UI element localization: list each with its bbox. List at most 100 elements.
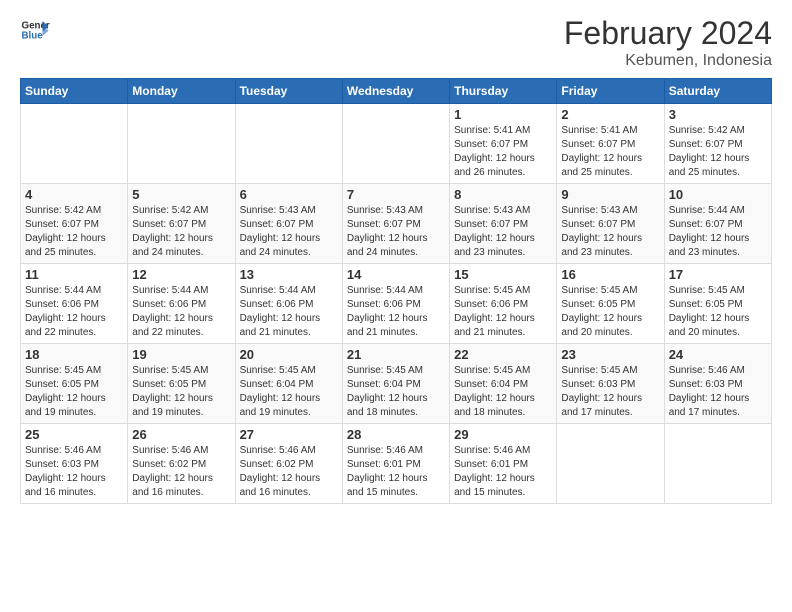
day-number: 22 <box>454 347 552 362</box>
day-number: 16 <box>561 267 659 282</box>
table-row <box>128 104 235 184</box>
day-number: 26 <box>132 427 230 442</box>
day-info: Sunrise: 5:44 AMSunset: 6:06 PMDaylight:… <box>240 284 338 340</box>
day-number: 15 <box>454 267 552 282</box>
day-number: 1 <box>454 107 552 122</box>
table-row: 16 Sunrise: 5:45 AMSunset: 6:05 PMDayligh… <box>557 264 664 344</box>
table-row: 26 Sunrise: 5:46 AMSunset: 6:02 PMDayligh… <box>128 424 235 504</box>
month-title: February 2024 <box>564 15 772 52</box>
table-row: 27 Sunrise: 5:46 AMSunset: 6:02 PMDayligh… <box>235 424 342 504</box>
day-info: Sunrise: 5:44 AMSunset: 6:06 PMDaylight:… <box>132 284 230 340</box>
day-number: 14 <box>347 267 445 282</box>
day-info: Sunrise: 5:45 AMSunset: 6:06 PMDaylight:… <box>454 284 552 340</box>
day-info: Sunrise: 5:46 AMSunset: 6:01 PMDaylight:… <box>347 444 445 500</box>
table-row: 15 Sunrise: 5:45 AMSunset: 6:06 PMDayligh… <box>450 264 557 344</box>
day-number: 4 <box>25 187 123 202</box>
calendar-header: Sunday Monday Tuesday Wednesday Thursday… <box>21 79 772 104</box>
table-row: 19Sunrise: 5:45 AMSunset: 6:05 PMDayligh… <box>128 344 235 424</box>
header-monday: Monday <box>128 79 235 104</box>
day-number: 20 <box>240 347 338 362</box>
header-thursday: Thursday <box>450 79 557 104</box>
day-info: Sunrise: 5:46 AMSunset: 6:01 PMDaylight:… <box>454 444 552 500</box>
table-row: 20 Sunrise: 5:45 AMSunset: 6:04 PMDayligh… <box>235 344 342 424</box>
table-row <box>557 424 664 504</box>
table-row: 7Sunrise: 5:43 AMSunset: 6:07 PMDaylight… <box>342 184 449 264</box>
day-info: Sunrise: 5:45 AMSunset: 6:03 PMDaylight:… <box>561 364 659 420</box>
table-row: 6 Sunrise: 5:43 AMSunset: 6:07 PMDaylight… <box>235 184 342 264</box>
day-info: Sunrise: 5:44 AMSunset: 6:06 PMDaylight:… <box>347 284 445 340</box>
day-number: 18 <box>25 347 123 362</box>
day-number: 10 <box>669 187 767 202</box>
table-row: 2Sunrise: 5:41 AMSunset: 6:07 PMDaylight… <box>557 104 664 184</box>
table-row: 17 Sunrise: 5:45 AMSunset: 6:05 PMDayligh… <box>664 264 771 344</box>
day-number: 23 <box>561 347 659 362</box>
header-saturday: Saturday <box>664 79 771 104</box>
day-info: Sunrise: 5:41 AMSunset: 6:07 PMDaylight:… <box>454 124 552 180</box>
table-row: 28 Sunrise: 5:46 AMSunset: 6:01 PMDayligh… <box>342 424 449 504</box>
day-info: Sunrise: 5:43 AMSunset: 6:07 PMDaylight:… <box>454 204 552 260</box>
day-info: Sunrise: 5:43 AMSunset: 6:07 PMDaylight:… <box>240 204 338 260</box>
header-tuesday: Tuesday <box>235 79 342 104</box>
day-info: Sunrise: 5:41 AMSunset: 6:07 PMDaylight:… <box>561 124 659 180</box>
day-number: 17 <box>669 267 767 282</box>
day-info: Sunrise: 5:45 AMSunset: 6:04 PMDaylight:… <box>347 364 445 420</box>
calendar-body: 1 Sunrise: 5:41 AMSunset: 6:07 PMDaylight… <box>21 104 772 504</box>
table-row <box>664 424 771 504</box>
day-number: 6 <box>240 187 338 202</box>
table-row: 5 Sunrise: 5:42 AMSunset: 6:07 PMDaylight… <box>128 184 235 264</box>
table-row: 29 Sunrise: 5:46 AMSunset: 6:01 PMDayligh… <box>450 424 557 504</box>
day-info: Sunrise: 5:46 AMSunset: 6:03 PMDaylight:… <box>25 444 123 500</box>
day-info: Sunrise: 5:45 AMSunset: 6:05 PMDaylight:… <box>25 364 123 420</box>
table-row: 4 Sunrise: 5:42 AMSunset: 6:07 PMDaylight… <box>21 184 128 264</box>
day-info: Sunrise: 5:42 AMSunset: 6:07 PMDaylight:… <box>25 204 123 260</box>
day-number: 5 <box>132 187 230 202</box>
day-info: Sunrise: 5:44 AMSunset: 6:07 PMDaylight:… <box>669 204 767 260</box>
location: Kebumen, Indonesia <box>564 52 772 70</box>
logo-icon: General Blue <box>20 15 50 45</box>
day-number: 21 <box>347 347 445 362</box>
day-number: 24 <box>669 347 767 362</box>
day-info: Sunrise: 5:45 AMSunset: 6:04 PMDaylight:… <box>240 364 338 420</box>
table-row <box>21 104 128 184</box>
table-row: 13 Sunrise: 5:44 AMSunset: 6:06 PMDayligh… <box>235 264 342 344</box>
day-info: Sunrise: 5:46 AMSunset: 6:02 PMDaylight:… <box>240 444 338 500</box>
table-row: 8Sunrise: 5:43 AMSunset: 6:07 PMDaylight… <box>450 184 557 264</box>
day-number: 19 <box>132 347 230 362</box>
table-row: 25 Sunrise: 5:46 AMSunset: 6:03 PMDayligh… <box>21 424 128 504</box>
logo: General Blue <box>20 15 50 45</box>
table-row: 24 Sunrise: 5:46 AMSunset: 6:03 PMDayligh… <box>664 344 771 424</box>
table-row: 12 Sunrise: 5:44 AMSunset: 6:06 PMDayligh… <box>128 264 235 344</box>
table-row: 9 Sunrise: 5:43 AMSunset: 6:07 PMDaylight… <box>557 184 664 264</box>
table-row: 3 Sunrise: 5:42 AMSunset: 6:07 PMDaylight… <box>664 104 771 184</box>
day-info: Sunrise: 5:42 AMSunset: 6:07 PMDaylight:… <box>669 124 767 180</box>
day-info: Sunrise: 5:46 AMSunset: 6:03 PMDaylight:… <box>669 364 767 420</box>
day-info: Sunrise: 5:46 AMSunset: 6:02 PMDaylight:… <box>132 444 230 500</box>
table-row: 1 Sunrise: 5:41 AMSunset: 6:07 PMDaylight… <box>450 104 557 184</box>
day-number: 9 <box>561 187 659 202</box>
header-sunday: Sunday <box>21 79 128 104</box>
day-number: 13 <box>240 267 338 282</box>
day-info: Sunrise: 5:42 AMSunset: 6:07 PMDaylight:… <box>132 204 230 260</box>
table-row: 23 Sunrise: 5:45 AMSunset: 6:03 PMDayligh… <box>557 344 664 424</box>
day-info: Sunrise: 5:45 AMSunset: 6:04 PMDaylight:… <box>454 364 552 420</box>
day-info: Sunrise: 5:45 AMSunset: 6:05 PMDaylight:… <box>669 284 767 340</box>
day-number: 25 <box>25 427 123 442</box>
table-row: 18 Sunrise: 5:45 AMSunset: 6:05 PMDayligh… <box>21 344 128 424</box>
day-number: 7 <box>347 187 445 202</box>
header-friday: Friday <box>557 79 664 104</box>
day-number: 28 <box>347 427 445 442</box>
calendar: Sunday Monday Tuesday Wednesday Thursday… <box>20 78 772 504</box>
table-row: 14 Sunrise: 5:44 AMSunset: 6:06 PMDayligh… <box>342 264 449 344</box>
day-info: Sunrise: 5:45 AMSunset: 6:05 PMDaylight:… <box>561 284 659 340</box>
day-number: 27 <box>240 427 338 442</box>
day-info: Sunrise: 5:43 AMSunset: 6:07 PMDaylight:… <box>561 204 659 260</box>
day-number: 3 <box>669 107 767 122</box>
header-wednesday: Wednesday <box>342 79 449 104</box>
svg-text:Blue: Blue <box>22 30 44 41</box>
table-row: 11 Sunrise: 5:44 AMSunset: 6:06 PMDayligh… <box>21 264 128 344</box>
day-info: Sunrise: 5:44 AMSunset: 6:06 PMDaylight:… <box>25 284 123 340</box>
table-row <box>235 104 342 184</box>
day-number: 29 <box>454 427 552 442</box>
day-number: 12 <box>132 267 230 282</box>
day-number: 11 <box>25 267 123 282</box>
